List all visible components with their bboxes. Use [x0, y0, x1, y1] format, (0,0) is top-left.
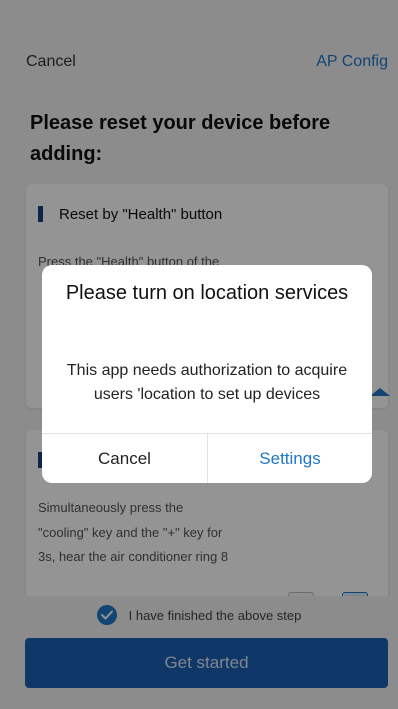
dialog-settings-button[interactable]: Settings — [208, 434, 372, 483]
dialog-message: This app needs authorization to acquire … — [66, 362, 348, 403]
location-permission-dialog: Please turn on location services This ap… — [42, 265, 372, 483]
dialog-cancel-button[interactable]: Cancel — [42, 434, 207, 483]
dialog-title: Please turn on location services — [65, 282, 349, 304]
